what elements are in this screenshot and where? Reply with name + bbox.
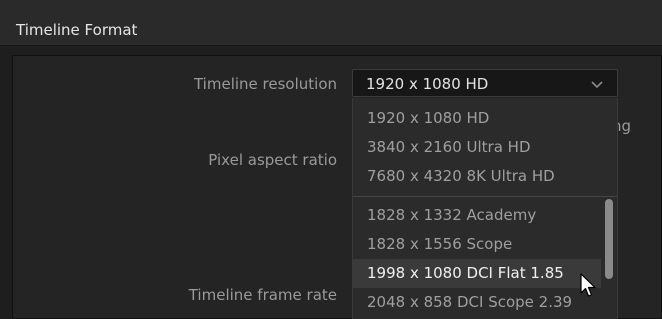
option-1828x1556-scope[interactable]: 1828 x 1556 Scope [353, 230, 601, 259]
chevron-down-icon [591, 81, 603, 89]
option-3840x2160-ultra-hd[interactable]: 3840 x 2160 Ultra HD [353, 133, 601, 162]
menu-scrollbar[interactable] [605, 199, 613, 279]
dropdown-selected-value: 1920 x 1080 HD [366, 75, 489, 93]
panel-title: Timeline Format [16, 21, 138, 39]
option-7680x4320-8k[interactable]: 7680 x 4320 8K Ultra HD [353, 162, 601, 191]
timeline-frame-rate-label: Timeline frame rate [188, 286, 337, 304]
menu-separator [353, 196, 617, 197]
pixel-aspect-ratio-label: Pixel aspect ratio [208, 151, 337, 169]
timeline-resolution-label: Timeline resolution [193, 75, 337, 93]
option-1920x1080-hd[interactable]: 1920 x 1080 HD [353, 104, 601, 133]
timeline-resolution-dropdown[interactable]: 1920 x 1080 HD [352, 69, 618, 97]
option-2048x858-dci-scope[interactable]: 2048 x 858 DCI Scope 2.39 [353, 288, 601, 317]
option-1828x1332-academy[interactable]: 1828 x 1332 Academy [353, 201, 601, 230]
mouse-pointer-icon [580, 273, 596, 297]
panel-header: Timeline Format [0, 0, 662, 46]
option-1998x1080-dci-flat[interactable]: 1998 x 1080 DCI Flat 1.85 [353, 259, 601, 288]
